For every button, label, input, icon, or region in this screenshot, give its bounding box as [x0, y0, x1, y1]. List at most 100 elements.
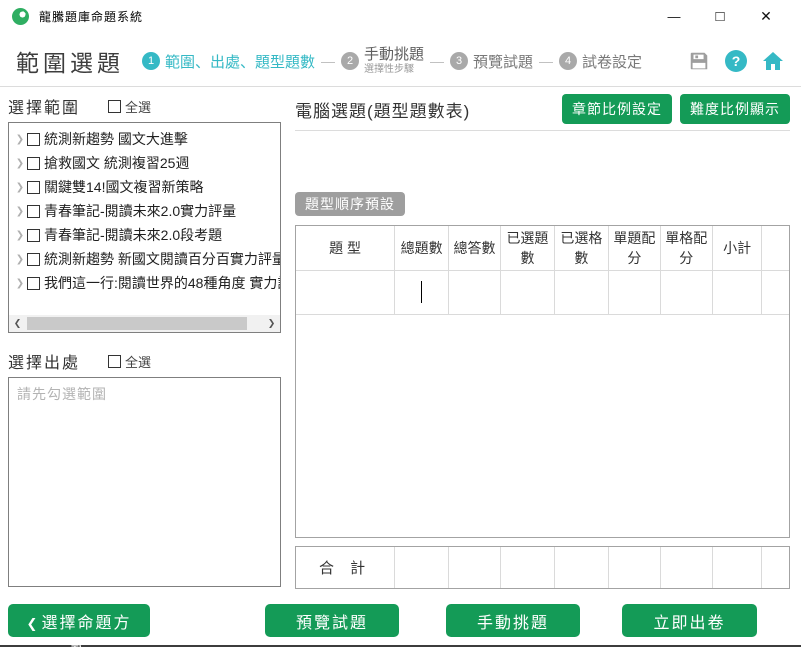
question-type-table: 題 型 總題數 總答數 已選題數 已選格數 單題配分 單格配分 小計: [295, 225, 790, 538]
app-title: 龍騰題庫命題系統: [39, 8, 143, 25]
manual-pick-button[interactable]: 手動挑題: [446, 604, 580, 637]
step-connector: —: [539, 53, 553, 69]
total-empty: [762, 547, 789, 588]
preview-questions-button[interactable]: 預覽試題: [265, 604, 399, 637]
cell-points-per-question[interactable]: [608, 270, 660, 314]
col-question-type: 題 型: [296, 226, 395, 270]
scroll-right-icon[interactable]: ❯: [263, 318, 280, 329]
cell-selected-blanks[interactable]: [554, 270, 608, 314]
range-select-all[interactable]: 全選: [108, 97, 151, 116]
total-selected-questions: [500, 547, 554, 588]
source-panel-title: 選擇出處: [8, 349, 80, 373]
range-item-label: 關鍵雙14!國文複習新策略: [44, 177, 203, 197]
total-row-table: 合 計: [295, 546, 790, 589]
total-subtotal: [712, 547, 762, 588]
range-tree-item[interactable]: ❯ 統測新趨勢 新國文閱讀百分百實力評量: [13, 247, 280, 271]
range-tree: ❯ 統測新趨勢 國文大進擊 ❯ 搶救國文 統測複習25週 ❯ 關鍵雙14!國文複…: [8, 122, 281, 333]
range-item-checkbox[interactable]: [27, 133, 40, 146]
computer-selection-title: 電腦選題(題型題數表): [295, 94, 470, 122]
range-item-checkbox[interactable]: [27, 253, 40, 266]
range-tree-item[interactable]: ❯ 搶救國文 統測複習25週: [13, 151, 280, 175]
col-points-per-blank: 單格配分: [660, 226, 712, 270]
titlebar: 龍騰題庫命題系統 — □ ✕: [0, 0, 801, 32]
range-tree-item[interactable]: ❯ 青春筆記-閱讀未來2.0實力評量: [13, 199, 280, 223]
step-connector: —: [321, 53, 335, 69]
step-1-label: 範圍、出處、題型題數: [165, 51, 315, 72]
back-to-method-button[interactable]: ❮選擇命題方式: [8, 604, 150, 637]
range-item-checkbox[interactable]: [27, 277, 40, 290]
cell-total-questions[interactable]: [395, 270, 449, 314]
expand-chevron-icon[interactable]: ❯: [13, 182, 27, 193]
step-3-label: 預覽試題: [473, 51, 533, 72]
maximize-button[interactable]: □: [697, 1, 743, 31]
expand-chevron-icon[interactable]: ❯: [13, 158, 27, 169]
cell-question-type[interactable]: [296, 270, 395, 314]
step-2: 2 手動挑題 選擇性步驟: [341, 47, 424, 75]
question-order-badge[interactable]: 題型順序預設: [295, 192, 405, 216]
footer-actions: ❮選擇命題方式 預覽試題 手動挑題 立即出卷: [0, 604, 801, 640]
step-3: 3 預覽試題: [450, 51, 533, 72]
range-tree-item[interactable]: ❯ 統測新趨勢 國文大進擊: [13, 127, 280, 151]
generate-exam-button[interactable]: 立即出卷: [622, 604, 757, 637]
range-item-label: 青春筆記-閱讀未來2.0段考題: [44, 225, 222, 245]
col-total-questions: 總題數: [395, 226, 449, 270]
expand-chevron-icon[interactable]: ❯: [13, 134, 27, 145]
total-selected-blanks: [554, 547, 608, 588]
horizontal-scrollbar[interactable]: ❮ ❯: [9, 315, 280, 332]
range-select-all-checkbox[interactable]: [108, 100, 121, 113]
range-item-checkbox[interactable]: [27, 205, 40, 218]
step-3-number: 3: [450, 52, 468, 70]
expand-chevron-icon[interactable]: ❯: [13, 254, 27, 265]
home-icon[interactable]: [761, 49, 785, 73]
range-item-checkbox[interactable]: [27, 157, 40, 170]
range-tree-item[interactable]: ❯ 青春筆記-閱讀未來2.0段考題: [13, 223, 280, 247]
total-points-per-question: [608, 547, 660, 588]
range-tree-item[interactable]: ❯ 我們這一行:閱讀世界的48種角度 實力評: [13, 271, 280, 295]
help-icon[interactable]: ?: [725, 50, 747, 72]
text-cursor: [421, 281, 423, 303]
page-title: 範圍選題: [16, 44, 124, 78]
save-icon[interactable]: [687, 49, 711, 73]
scrollbar-thumb[interactable]: [27, 317, 247, 330]
source-select-all-checkbox[interactable]: [108, 355, 121, 368]
total-row: 合 計: [296, 547, 789, 588]
app-window: 龍騰題庫命題系統 — □ ✕ 範圍選題 1 範圍、出處、題型題數 — 2 手動挑…: [0, 0, 801, 647]
total-total-questions: [395, 547, 449, 588]
step-indicator: 1 範圍、出處、題型題數 — 2 手動挑題 選擇性步驟 — 3 預覽試題 — 4…: [142, 47, 642, 75]
header-separator: [0, 86, 801, 87]
range-item-checkbox[interactable]: [27, 181, 40, 194]
expand-chevron-icon[interactable]: ❯: [13, 230, 27, 241]
range-tree-item[interactable]: ❯ 關鍵雙14!國文複習新策略: [13, 175, 280, 199]
cell-selected-questions[interactable]: [500, 270, 554, 314]
left-panel: 選擇範圍 全選 ❯ 統測新趨勢 國文大進擊 ❯ 搶救國文 統測複習25週: [8, 94, 281, 587]
range-panel-title: 選擇範圍: [8, 94, 80, 118]
col-subtotal: 小計: [712, 226, 762, 270]
range-item-checkbox[interactable]: [27, 229, 40, 242]
range-item-label: 搶救國文 統測複習25週: [44, 153, 189, 173]
range-select-all-label: 全選: [125, 97, 151, 116]
difficulty-ratio-button[interactable]: 難度比例顯示: [680, 94, 790, 124]
expand-chevron-icon[interactable]: ❯: [13, 206, 27, 217]
range-item-label: 青春筆記-閱讀未來2.0實力評量: [44, 201, 236, 221]
minimize-button[interactable]: —: [651, 1, 697, 31]
table-row[interactable]: [296, 270, 789, 314]
col-points-per-question: 單題配分: [608, 226, 660, 270]
step-4: 4 試卷設定: [559, 51, 642, 72]
page-header: 範圍選題 1 範圍、出處、題型題數 — 2 手動挑題 選擇性步驟 — 3 預覽試…: [0, 36, 801, 86]
cell-empty[interactable]: [762, 270, 789, 314]
step-4-label: 試卷設定: [582, 51, 642, 72]
scroll-left-icon[interactable]: ❮: [9, 318, 26, 329]
range-item-label: 統測新趨勢 新國文閱讀百分百實力評量: [44, 249, 280, 269]
step-2-subtitle: 選擇性步驟: [364, 64, 424, 75]
expand-chevron-icon[interactable]: ❯: [13, 278, 27, 289]
step-connector: —: [430, 53, 444, 69]
source-select-all[interactable]: 全選: [108, 352, 151, 371]
step-4-number: 4: [559, 52, 577, 70]
cell-subtotal[interactable]: [712, 270, 762, 314]
close-button[interactable]: ✕: [743, 1, 789, 31]
chapter-ratio-button[interactable]: 章節比例設定: [562, 94, 672, 124]
cell-points-per-blank[interactable]: [660, 270, 712, 314]
right-panel: 電腦選題(題型題數表) 章節比例設定 難度比例顯示 題型順序預設 題 型 總題數…: [295, 94, 790, 589]
cell-total-answers[interactable]: [449, 270, 501, 314]
step-1-number: 1: [142, 52, 160, 70]
